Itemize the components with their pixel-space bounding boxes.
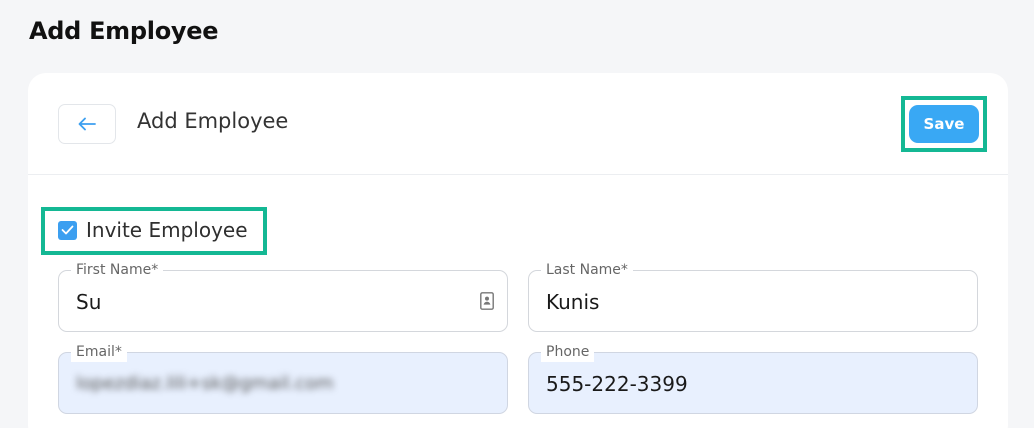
phone-value[interactable]: 555-222-3399	[546, 372, 688, 396]
first-name-field[interactable]: First Name* Su	[58, 260, 508, 332]
email-label: Email*	[71, 342, 127, 362]
page-title: Add Employee	[29, 17, 219, 45]
first-name-value[interactable]: Su	[76, 290, 101, 314]
last-name-field[interactable]: Last Name* Kunis	[528, 260, 978, 332]
invite-employee-checkbox[interactable]	[58, 220, 77, 240]
save-button[interactable]: Save	[909, 105, 979, 143]
phone-field[interactable]: Phone 555-222-3399	[528, 342, 978, 414]
last-name-value[interactable]: Kunis	[546, 290, 599, 314]
email-field[interactable]: Email* lopezdiaz.lili+sk@gmail.com	[58, 342, 508, 414]
email-value[interactable]: lopezdiaz.lili+sk@gmail.com	[76, 373, 334, 394]
first-name-label: First Name*	[71, 260, 164, 280]
card-title: Add Employee	[137, 109, 289, 133]
invite-employee-checkbox-row[interactable]: Invite Employee	[58, 218, 248, 242]
last-name-label: Last Name*	[541, 260, 633, 280]
invite-employee-label: Invite Employee	[86, 218, 248, 242]
back-button[interactable]	[58, 104, 116, 144]
add-employee-card: Add Employee Save Invite Employee First …	[28, 73, 1008, 428]
arrow-left-icon	[78, 117, 96, 131]
contact-card-icon[interactable]	[480, 292, 494, 310]
card-header: Add Employee Save	[28, 73, 1008, 175]
checkmark-icon	[61, 225, 74, 235]
phone-label: Phone	[541, 342, 595, 362]
